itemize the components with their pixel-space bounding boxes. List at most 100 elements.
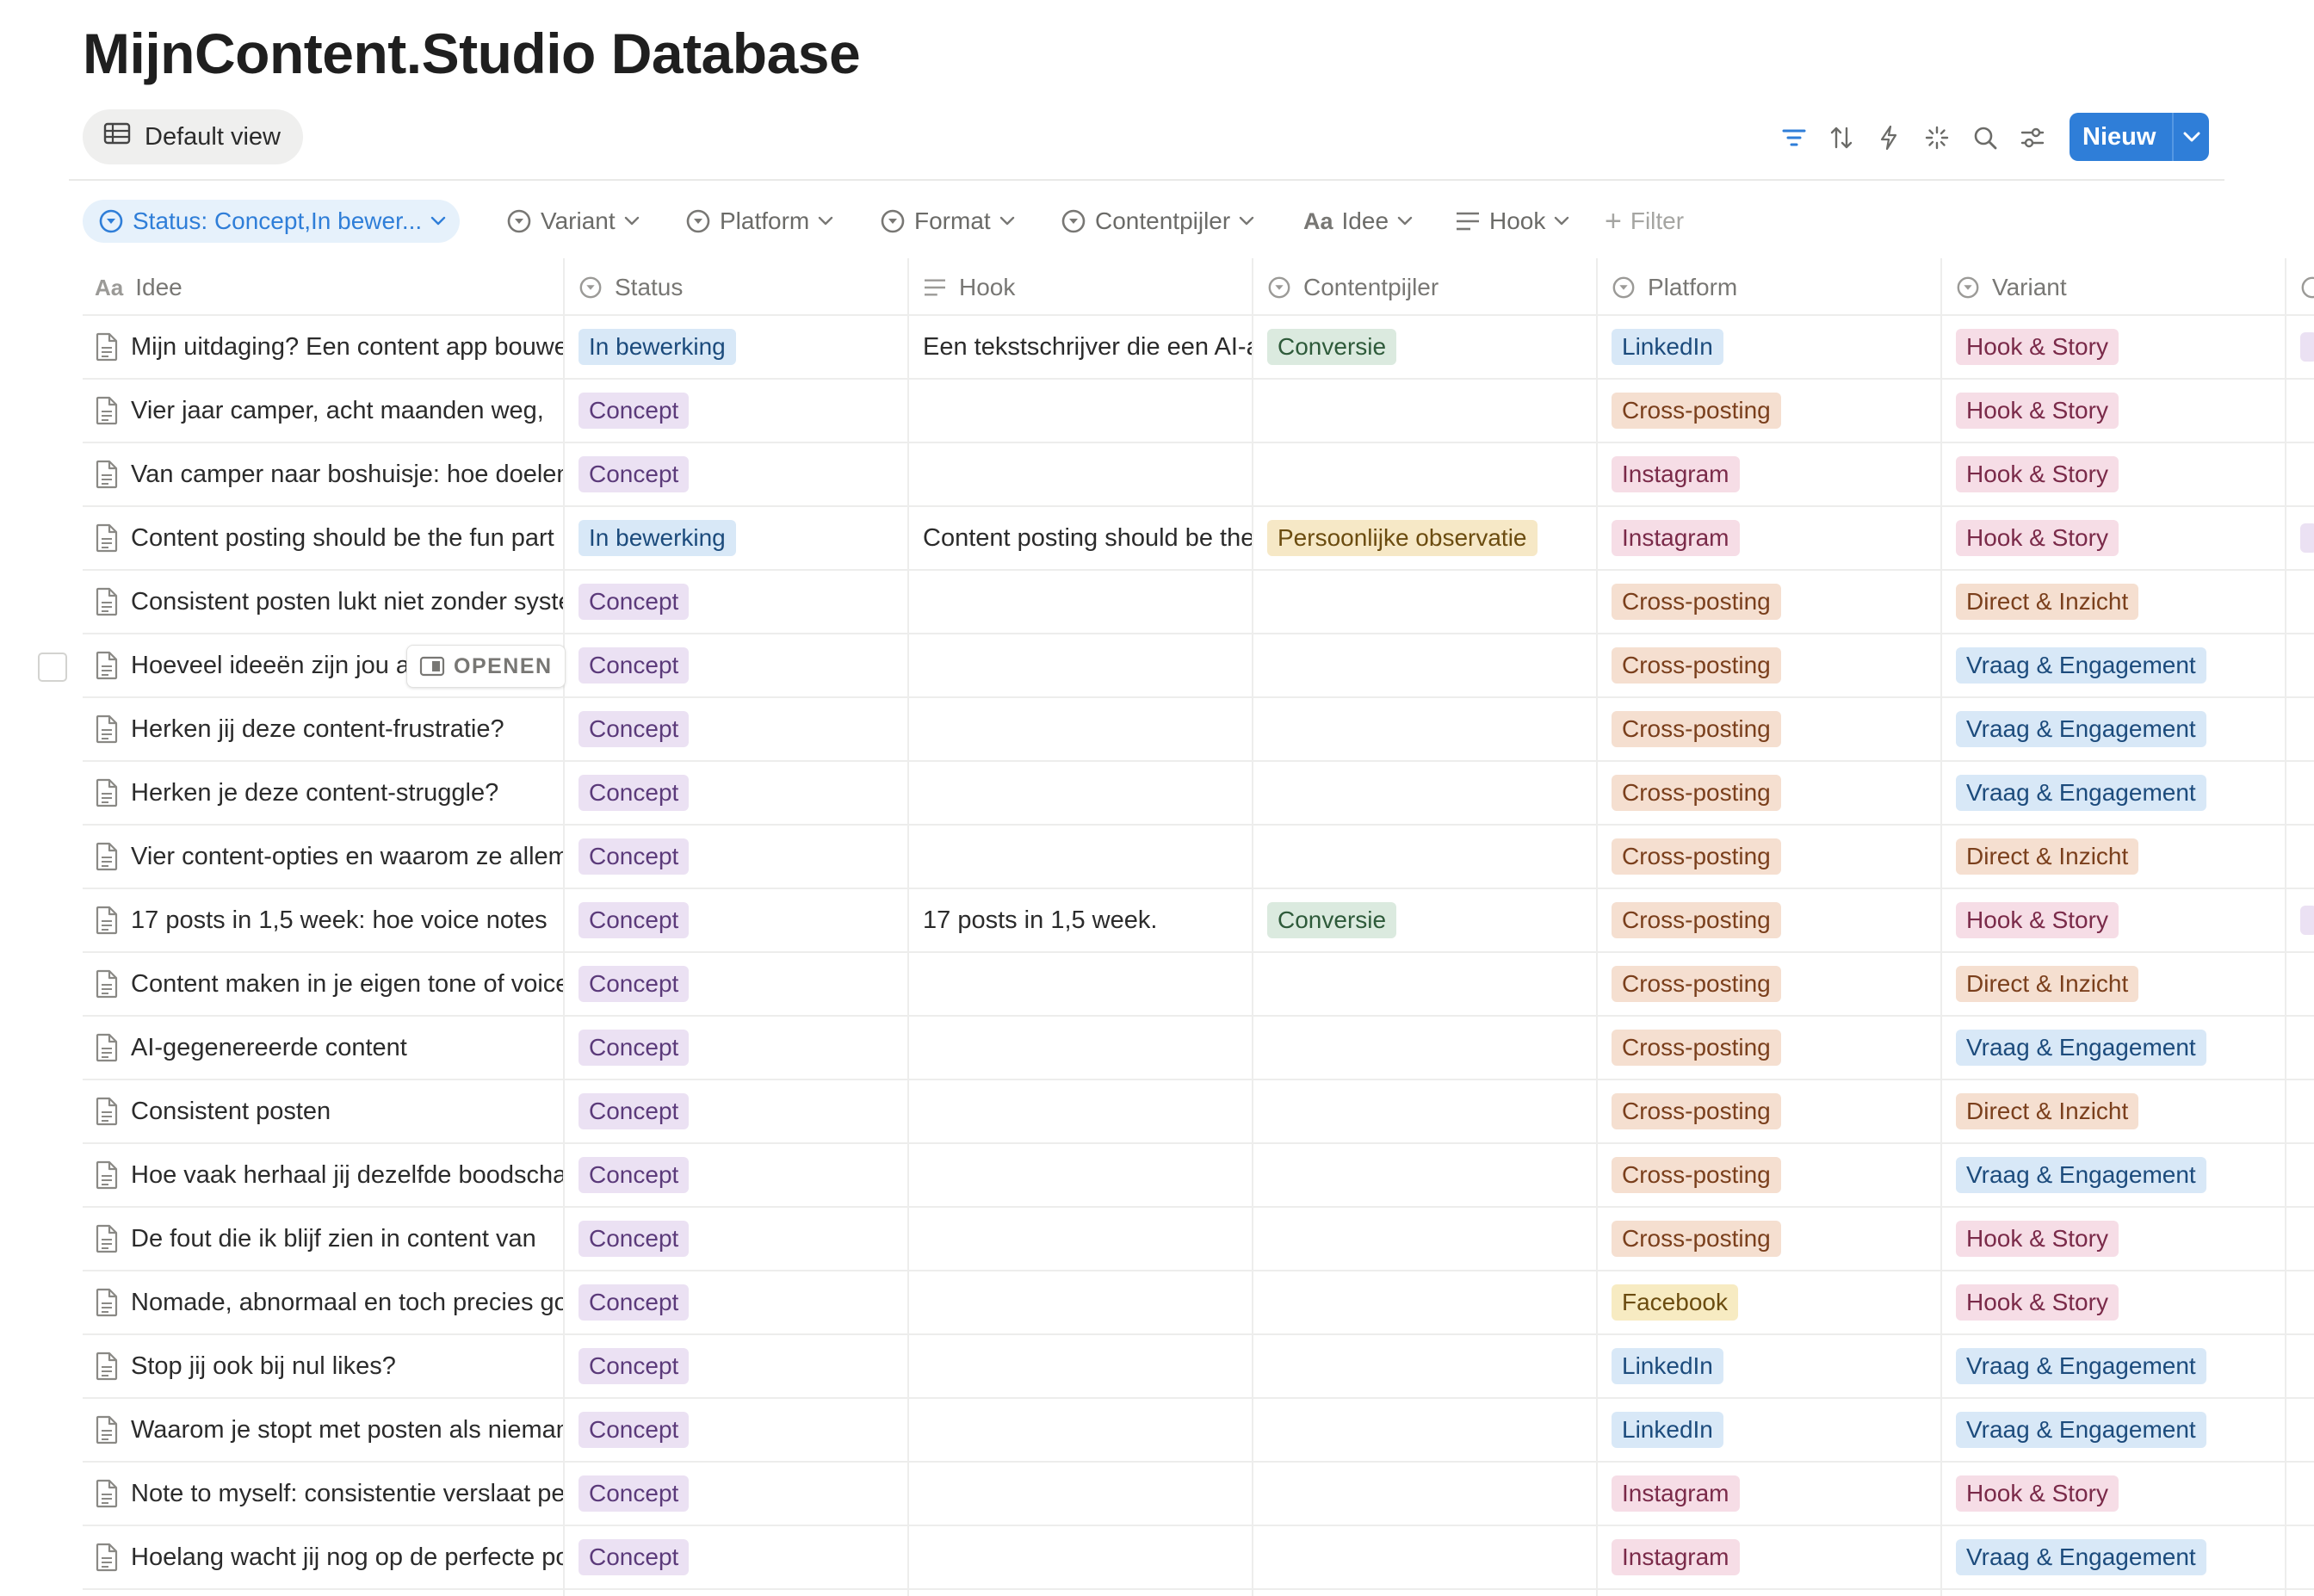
filter-icon[interactable] bbox=[1777, 121, 1811, 155]
table-cell-hook[interactable]: Een tekstschrijver die een AI-app bbox=[923, 315, 1252, 379]
table-cell-hook[interactable] bbox=[923, 634, 1252, 697]
table-cell-idee[interactable]: Vier content-opties en waarom ze allemaa… bbox=[95, 825, 563, 888]
table-cell-idee[interactable]: Herken je deze content-struggle? bbox=[95, 761, 563, 825]
table-cell-variant[interactable]: Hook & Story bbox=[1956, 1271, 2283, 1334]
table-cell-status[interactable]: Concept bbox=[578, 379, 906, 442]
table-cell-status[interactable]: Concept bbox=[578, 1016, 906, 1079]
table-cell-platform[interactable]: Cross-posting bbox=[1612, 952, 1939, 1016]
table-cell-platform[interactable]: Cross-posting bbox=[1612, 1079, 1939, 1143]
table-cell-platform[interactable]: Instagram bbox=[1612, 442, 1939, 506]
table-cell-status[interactable]: Concept bbox=[578, 570, 906, 634]
table-cell-contentpijler[interactable]: Conversie bbox=[1267, 888, 1594, 952]
table-cell-contentpijler[interactable] bbox=[1267, 1525, 1594, 1589]
table-cell-variant[interactable]: Hook & Story bbox=[1956, 888, 2283, 952]
settings-icon[interactable] bbox=[2015, 121, 2050, 155]
table-cell-contentpijler[interactable] bbox=[1267, 1271, 1594, 1334]
table-cell-status[interactable]: Concept bbox=[578, 1525, 906, 1589]
table-cell-hook[interactable] bbox=[923, 379, 1252, 442]
table-cell-contentpijler[interactable] bbox=[1267, 1016, 1594, 1079]
table-cell-hook[interactable] bbox=[923, 1271, 1252, 1334]
table-cell-platform[interactable]: LinkedIn bbox=[1612, 1398, 1939, 1462]
table-cell-status[interactable]: Concept bbox=[578, 1334, 906, 1398]
new-button[interactable]: Nieuw bbox=[2070, 113, 2209, 161]
table-cell-platform[interactable]: Cross-posting bbox=[1612, 570, 1939, 634]
ai-sparkle-icon[interactable] bbox=[1920, 121, 1954, 155]
table-cell-platform[interactable]: Cross-posting bbox=[1612, 697, 1939, 761]
table-cell-variant[interactable]: Direct & Inzicht bbox=[1956, 825, 2283, 888]
table-cell-variant[interactable]: Vraag & Engagement bbox=[1956, 761, 2283, 825]
table-cell-platform[interactable]: Cross-posting bbox=[1612, 379, 1939, 442]
table-cell-variant[interactable]: Vraag & Engagement bbox=[1956, 1143, 2283, 1207]
table-cell-hook[interactable] bbox=[923, 1462, 1252, 1525]
table-cell-idee[interactable]: Hoe vaak herhaal jij dezelfde boodschap bbox=[95, 1143, 563, 1207]
column-header-idee[interactable]: Aa Idee bbox=[95, 260, 183, 315]
table-cell-variant[interactable]: Vraag & Engagement bbox=[1956, 697, 2283, 761]
table-cell-idee[interactable]: Vier jaar camper, acht maanden weg, bbox=[95, 379, 563, 442]
table-cell-variant[interactable]: Hook & Story bbox=[1956, 1207, 2283, 1271]
table-cell-status[interactable]: Concept bbox=[578, 1462, 906, 1525]
sort-icon[interactable] bbox=[1824, 121, 1859, 155]
table-cell-idee[interactable]: Mijn uitdaging? Een content app bouwen bbox=[95, 315, 563, 379]
table-cell-idee[interactable]: Note to myself: consistentie verslaat pe… bbox=[95, 1462, 563, 1525]
filter-chip-hook[interactable]: Hook bbox=[1455, 200, 1569, 243]
table-cell-status[interactable]: Concept bbox=[578, 1079, 906, 1143]
table-cell-contentpijler[interactable] bbox=[1267, 825, 1594, 888]
table-cell-contentpijler[interactable] bbox=[1267, 1398, 1594, 1462]
table-cell-contentpijler[interactable] bbox=[1267, 1334, 1594, 1398]
row-checkbox[interactable] bbox=[38, 653, 67, 682]
table-cell-status[interactable]: Concept bbox=[578, 697, 906, 761]
search-icon[interactable] bbox=[1968, 121, 2002, 155]
table-cell-platform[interactable]: Cross-posting bbox=[1612, 1143, 1939, 1207]
table-cell-contentpijler[interactable] bbox=[1267, 1079, 1594, 1143]
table-cell-hook[interactable] bbox=[923, 761, 1252, 825]
table-cell-idee[interactable]: Waarom je stopt met posten als niemand bbox=[95, 1398, 563, 1462]
chevron-down-icon[interactable] bbox=[2174, 131, 2209, 143]
table-cell-idee[interactable]: Content posting should be the fun part bbox=[95, 506, 563, 570]
filter-chip-contentpijler[interactable]: Contentpijler bbox=[1061, 200, 1254, 243]
table-cell-hook[interactable]: 17 posts in 1,5 week. bbox=[923, 888, 1252, 952]
table-cell-status[interactable]: Concept bbox=[578, 1398, 906, 1462]
table-cell-variant[interactable]: Direct & Inzicht bbox=[1956, 570, 2283, 634]
table-cell-variant[interactable]: Hook & Story bbox=[1956, 506, 2283, 570]
table-cell-idee[interactable]: Content maken in je eigen tone of voice bbox=[95, 952, 563, 1016]
table-cell-contentpijler[interactable] bbox=[1267, 1207, 1594, 1271]
table-cell-status[interactable]: Concept bbox=[578, 1271, 906, 1334]
table-cell-idee[interactable]: Herken jij deze content-frustratie? bbox=[95, 697, 563, 761]
column-header-next[interactable] bbox=[2300, 260, 2314, 315]
table-cell-contentpijler[interactable] bbox=[1267, 634, 1594, 697]
table-cell-contentpijler[interactable] bbox=[1267, 1462, 1594, 1525]
table-cell-variant[interactable]: Direct & Inzicht bbox=[1956, 952, 2283, 1016]
table-cell-hook[interactable] bbox=[923, 1334, 1252, 1398]
table-cell-status[interactable]: Concept bbox=[578, 825, 906, 888]
table-cell-idee[interactable]: Stop jij ook bij nul likes? bbox=[95, 1334, 563, 1398]
column-header-hook[interactable]: Hook bbox=[923, 260, 1015, 315]
table-cell-contentpijler[interactable] bbox=[1267, 442, 1594, 506]
filter-chip-status[interactable]: Status: Concept,In bewer... bbox=[83, 200, 461, 243]
table-cell-contentpijler[interactable]: Persoonlijke observatie bbox=[1267, 506, 1594, 570]
column-header-platform[interactable]: Platform bbox=[1612, 260, 1737, 315]
table-cell-contentpijler[interactable] bbox=[1267, 379, 1594, 442]
table-cell-hook[interactable] bbox=[923, 570, 1252, 634]
table-cell-hook[interactable] bbox=[923, 442, 1252, 506]
table-cell-hook[interactable] bbox=[923, 1016, 1252, 1079]
table-cell-variant[interactable]: Direct & Inzicht bbox=[1956, 1079, 2283, 1143]
table-cell-hook[interactable]: Content posting should be the bbox=[923, 506, 1252, 570]
table-cell-contentpijler[interactable] bbox=[1267, 697, 1594, 761]
table-cell-idee[interactable]: Hoelang wacht jij nog op de perfecte pos… bbox=[95, 1525, 563, 1589]
table-cell-hook[interactable] bbox=[923, 697, 1252, 761]
table-cell-status[interactable]: Concept bbox=[578, 634, 906, 697]
table-cell-platform[interactable]: Cross-posting bbox=[1612, 888, 1939, 952]
filter-chip-format[interactable]: Format bbox=[880, 200, 1015, 243]
table-cell-contentpijler[interactable] bbox=[1267, 570, 1594, 634]
table-cell-variant[interactable]: Vraag & Engagement bbox=[1956, 1016, 2283, 1079]
table-cell-variant[interactable]: Vraag & Engagement bbox=[1956, 634, 2283, 697]
table-cell-platform[interactable]: LinkedIn bbox=[1612, 315, 1939, 379]
table-cell-platform[interactable]: Instagram bbox=[1612, 1525, 1939, 1589]
table-cell-status[interactable]: Concept bbox=[578, 888, 906, 952]
table-cell-variant[interactable]: Hook & Story bbox=[1956, 379, 2283, 442]
table-cell-platform[interactable]: Instagram bbox=[1612, 1462, 1939, 1525]
table-cell-hook[interactable] bbox=[923, 952, 1252, 1016]
table-cell-platform[interactable]: Cross-posting bbox=[1612, 634, 1939, 697]
table-cell-contentpijler[interactable] bbox=[1267, 761, 1594, 825]
table-cell-variant[interactable]: Hook & Story bbox=[1956, 315, 2283, 379]
